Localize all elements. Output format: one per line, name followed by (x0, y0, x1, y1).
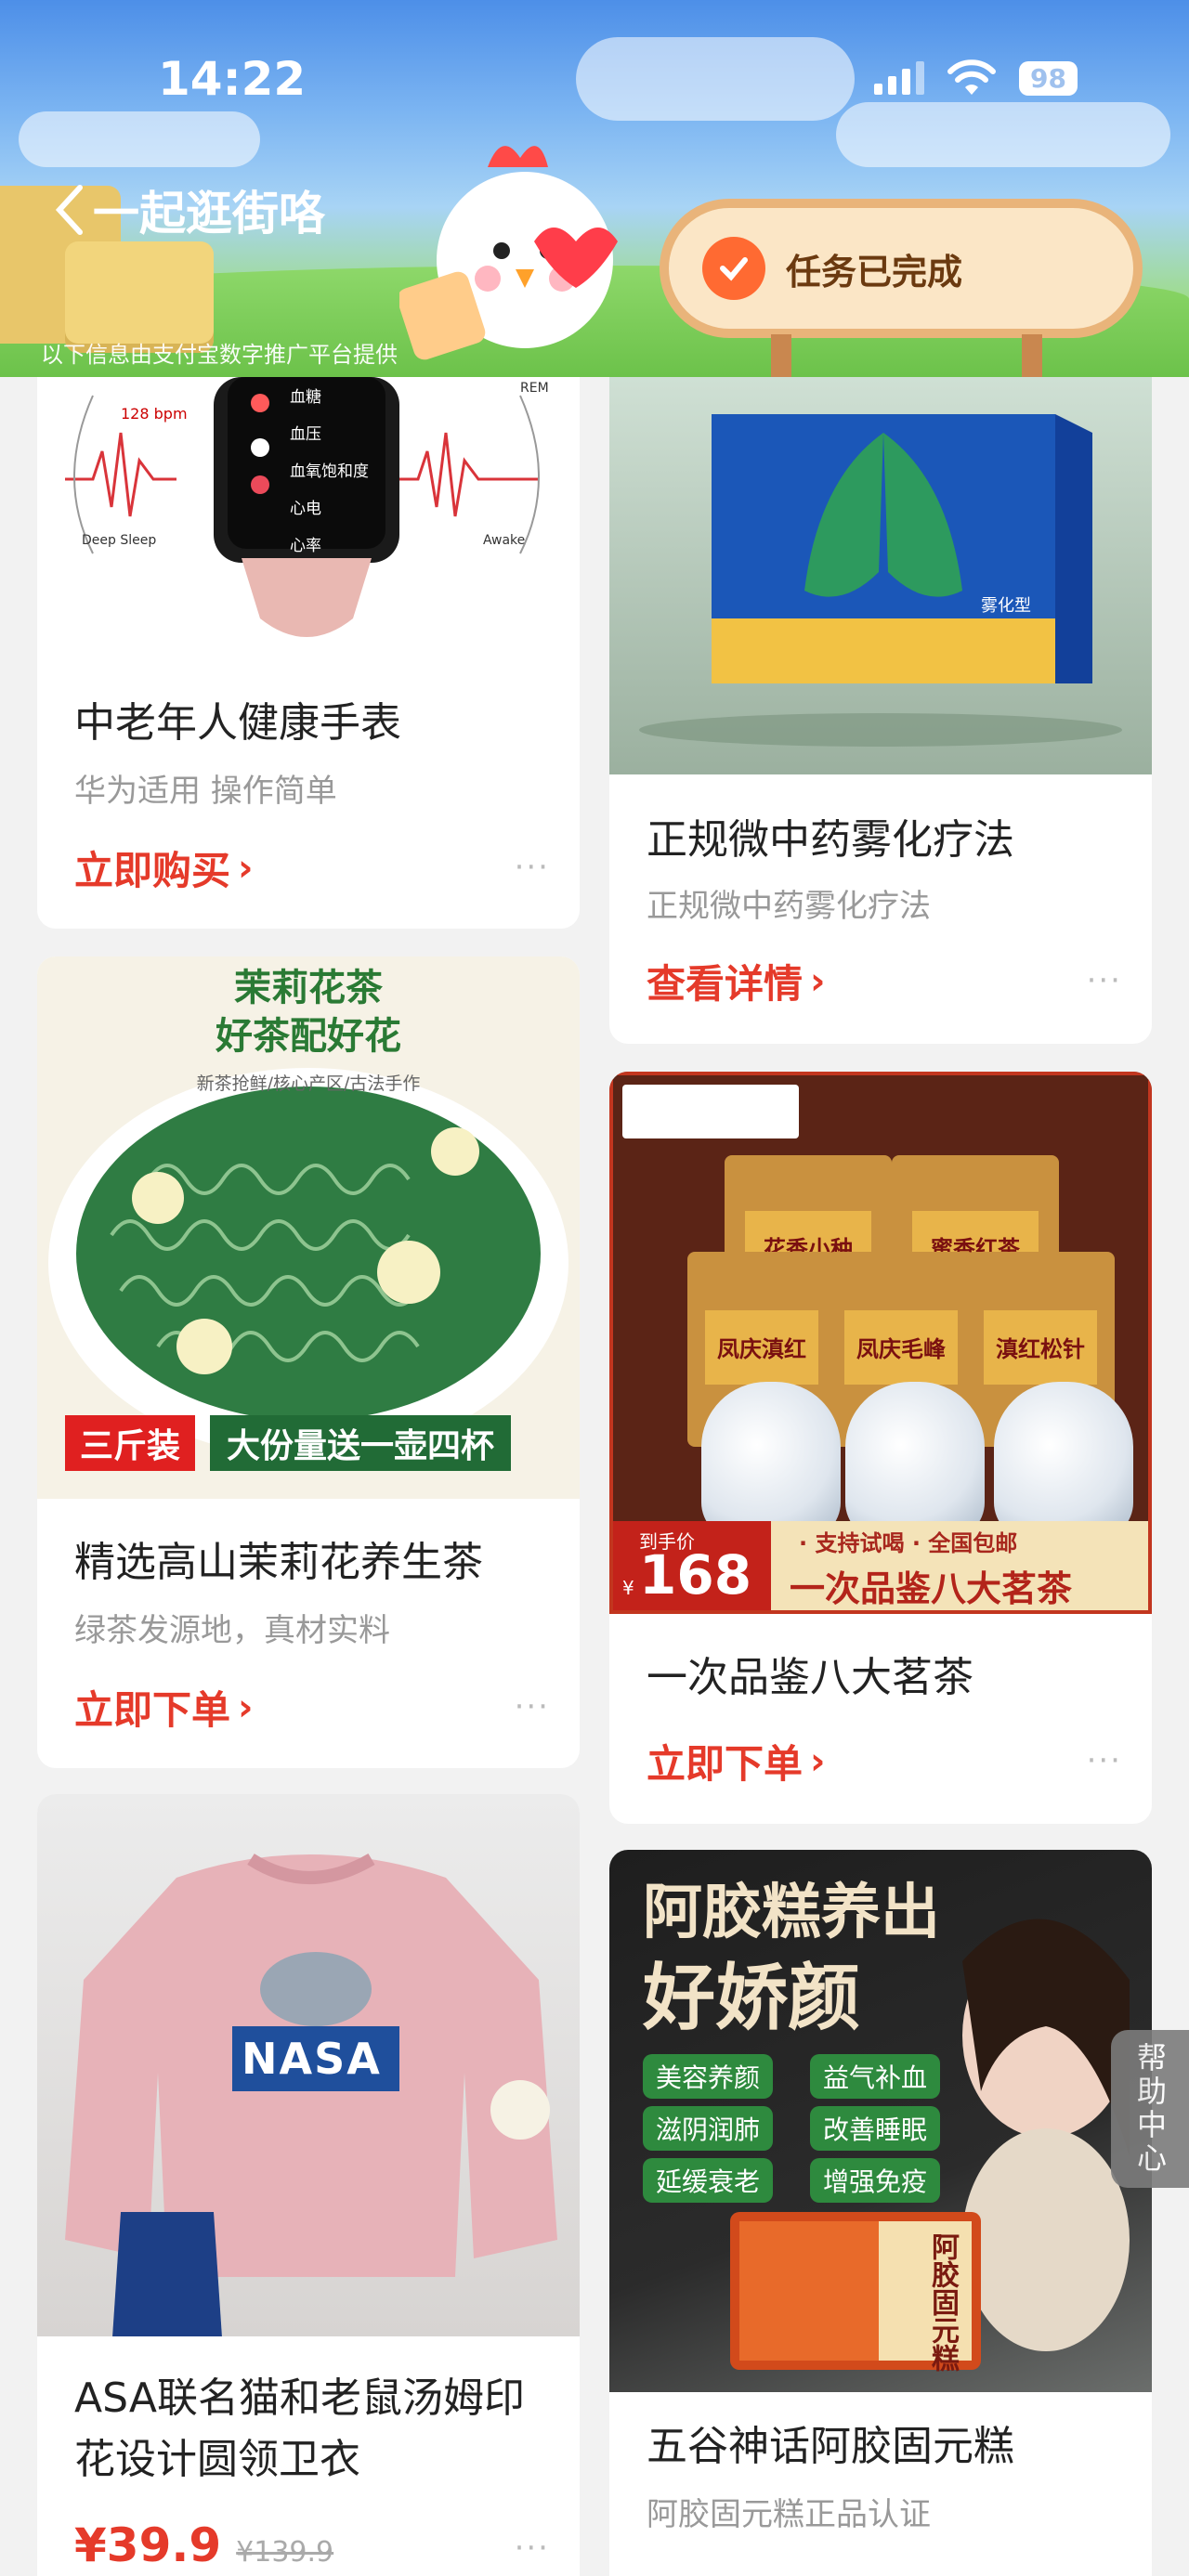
tea-tagline: 新茶抢鲜/核心产区/古法手作 (196, 1073, 421, 1094)
chick-mascot-icon (399, 146, 618, 360)
more-options-icon[interactable]: ··· (515, 2530, 550, 2567)
benefit-chip: 美容养颜 (643, 2054, 774, 2099)
benefit-chip: 延缓衰老 (643, 2158, 774, 2203)
buy-now-link[interactable]: 立即购买 › (74, 839, 254, 896)
chevron-right-icon: › (238, 846, 254, 890)
box-label: 雾化型 (981, 596, 1031, 616)
promo-badge-red: 三斤装 (65, 1415, 196, 1471)
task-complete-button[interactable]: 任务已完成 (660, 199, 1143, 338)
product-image: NASA (37, 1794, 580, 2336)
product-title: 精选高山茉莉花养生茶 (74, 1539, 483, 1586)
chevron-left-icon (55, 185, 83, 235)
ejiao-headline: 阿胶糕养出 好娇颜 (643, 1879, 940, 2040)
promo-badge-green: 大份量送一壶四杯 (210, 1415, 512, 1471)
current-price: ¥39.9 (74, 2518, 222, 2572)
deep-sleep-label: Deep Sleep (82, 533, 157, 548)
wifi-icon (947, 59, 997, 95)
benefit-chip: 增强免疫 (810, 2158, 941, 2203)
more-options-icon[interactable]: ··· (515, 1688, 550, 1725)
nasa-logo: NASA (242, 2034, 382, 2084)
bpm-label: 128 bpm (121, 405, 188, 423)
order-now-link[interactable]: 立即下单 › (74, 1679, 254, 1736)
awake-label: Awake (483, 533, 526, 548)
product-image: 128 bpm Deep Sleep Awake REM 血糖 血压 血氧饱和度… (37, 377, 580, 646)
product-title: 一次品鉴八大茗茶 (647, 1654, 973, 1701)
check-icon (702, 237, 765, 300)
product-subtitle: 阿胶固元糕正品认证 (647, 2496, 931, 2533)
promo-features: · 支持试喝 · 全国包邮 (799, 1530, 1018, 1556)
product-title: 五谷神话阿胶固元糕 (647, 2423, 1014, 2470)
tea-headline: 茉莉花茶 好茶配好花 (216, 967, 401, 1058)
product-subtitle: 正规微中药雾化疗法 (647, 888, 931, 925)
chevron-right-icon: › (810, 1739, 826, 1783)
product-card[interactable]: 雾化型 正规微中药雾化疗法 正规微中药雾化疗法 查看详情 › ··· (609, 377, 1152, 1044)
product-card[interactable]: 茉莉花茶 好茶配好花 新茶抢鲜/核心产区/古法手作 三斤装 大份量送一壶四杯 精… (37, 956, 580, 1768)
original-price: ¥139.9 (236, 2536, 334, 2569)
order-now-link[interactable]: 立即下单 › (647, 1733, 826, 1789)
watch-menu: 血糖 血压 血氧饱和度 心电 心率 (290, 388, 369, 555)
price-banner: 到手价 ¥ 168 · 支持试喝 · 全国包邮 一次品鉴八大茗茶 (613, 1521, 1148, 1610)
page-title: 一起逛街咯 (93, 187, 325, 241)
ad-disclaimer: 以下信息由支付宝数字推广平台提供 (41, 342, 398, 368)
more-options-icon[interactable]: ··· (515, 849, 550, 886)
signal-icon (874, 61, 925, 95)
currency-symbol: ¥ (622, 1577, 634, 1599)
product-card[interactable]: NASA ASA联名猫和老鼠汤姆印花设计圆领卫衣 ¥39.9 ¥139.9 ··… (37, 1794, 580, 2576)
task-label: 任务已完成 (786, 251, 963, 293)
product-subtitle: 绿茶发源地，真材实料 (74, 1612, 390, 1649)
more-options-icon[interactable]: ··· (1087, 962, 1122, 999)
product-title: ASA联名猫和老鼠汤姆印花设计圆领卫衣 (74, 2374, 525, 2483)
benefit-chip: 改善睡眠 (810, 2106, 941, 2151)
back-button[interactable]: 一起逛街咯 (54, 176, 325, 243)
product-card[interactable]: 阿胶糕养出 好娇颜 美容养颜 益气补血 滋阴润肺 改善睡眠 延缓衰老 增强免疫 … (609, 1850, 1152, 2576)
product-image: 花香小种 蜜香红茶 凤庆滇红 凤庆毛峰 滇红松针 到手价 ¥ 168 · 支持试… (609, 1072, 1152, 1614)
product-image: 雾化型 (609, 377, 1152, 774)
rem-label: REM (520, 381, 549, 396)
product-title: 正规微中药雾化疗法 (647, 816, 1014, 864)
product-price: ¥39.9 ¥139.9 (74, 2518, 333, 2572)
header-banner: 14:22 98 一起逛街咯 任务已完成 以下信息由支付宝数字推广平台提供 (0, 0, 1189, 377)
product-subtitle: 华为适用 操作简单 (74, 773, 337, 810)
product-image: 茉莉花茶 好茶配好花 新茶抢鲜/核心产区/古法手作 三斤装 大份量送一壶四杯 (37, 956, 580, 1499)
ejiao-box-label: 阿胶固元糕 (926, 2232, 959, 2372)
view-details-link[interactable]: 查看详情 › (647, 953, 826, 1009)
battery-indicator: 98 (1019, 60, 1078, 96)
product-image: 阿胶糕养出 好娇颜 美容养颜 益气补血 滋阴润肺 改善睡眠 延缓衰老 增强免疫 … (609, 1850, 1152, 2392)
product-card[interactable]: 花香小种 蜜香红茶 凤庆滇红 凤庆毛峰 滇红松针 到手价 ¥ 168 · 支持试… (609, 1072, 1152, 1824)
product-card[interactable]: 128 bpm Deep Sleep Awake REM 血糖 血压 血氧饱和度… (37, 377, 580, 929)
benefit-chip: 滋阴润肺 (643, 2106, 774, 2151)
chevron-right-icon: › (810, 959, 826, 1003)
benefit-chip: 益气补血 (810, 2054, 941, 2099)
status-icons: 98 (874, 59, 1078, 97)
chevron-right-icon: › (238, 1685, 254, 1729)
promo-slogan: 一次品鉴八大茗茶 (790, 1568, 1073, 1609)
help-center-button[interactable]: 帮助中心 (1111, 2030, 1189, 2188)
more-options-icon[interactable]: ··· (1087, 1742, 1122, 1779)
product-title: 中老年人健康手表 (74, 699, 401, 747)
status-time: 14:22 (158, 52, 307, 106)
promo-price: 168 (639, 1543, 752, 1607)
